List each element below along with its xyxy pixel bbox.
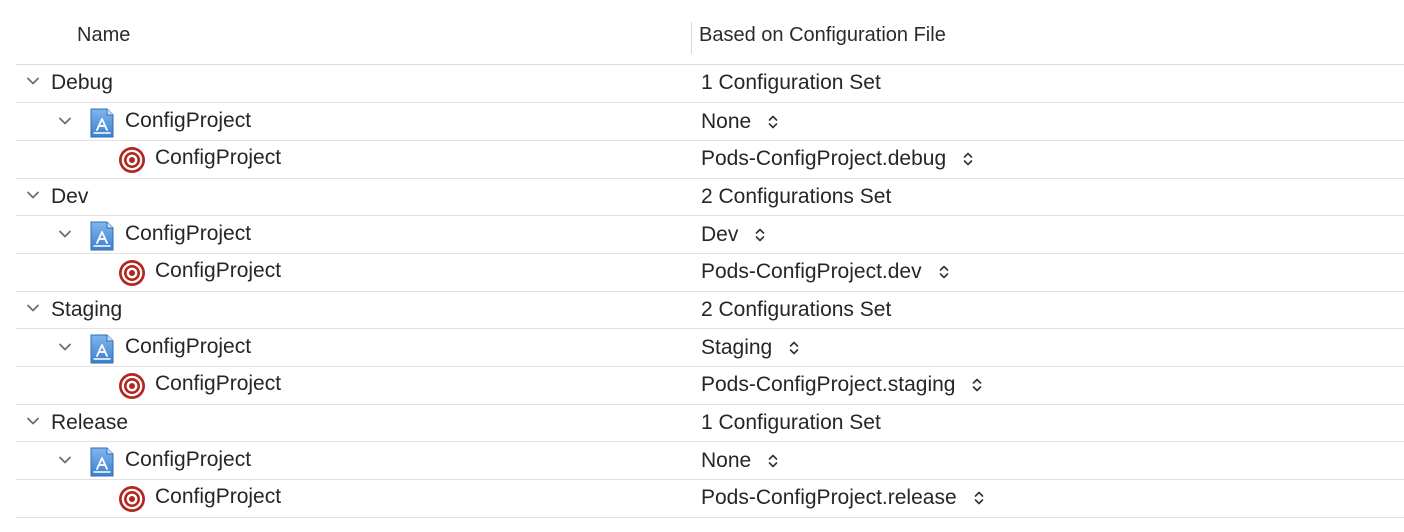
target-row[interactable]: ConfigProject Pods-ConfigProject.staging	[16, 367, 1404, 405]
configuration-summary: 1 Configuration Set	[701, 71, 881, 94]
up-down-stepper-icon[interactable]	[971, 376, 983, 394]
config-file-popup[interactable]: None	[701, 449, 779, 473]
column-header-config-file[interactable]: Based on Configuration File	[699, 24, 946, 47]
xcode-project-icon	[89, 221, 115, 251]
xcode-project-icon	[89, 108, 115, 138]
target-name: ConfigProject	[155, 259, 282, 282]
config-file-popup[interactable]: Pods-ConfigProject.release	[701, 486, 985, 510]
up-down-stepper-icon[interactable]	[767, 452, 779, 470]
config-file-popup[interactable]: Pods-ConfigProject.staging	[701, 373, 983, 397]
config-file-popup[interactable]: None	[701, 110, 779, 134]
project-name: ConfigProject	[125, 109, 252, 132]
chevron-down-icon[interactable]	[58, 227, 72, 241]
configuration-summary: 2 Configurations Set	[701, 185, 892, 208]
config-file-value: Pods-ConfigProject.debug	[701, 147, 947, 170]
config-file-value: None	[701, 449, 752, 472]
target-icon	[118, 485, 146, 513]
column-header-name[interactable]: Name	[77, 24, 130, 47]
chevron-down-icon[interactable]	[58, 114, 72, 128]
up-down-stepper-icon[interactable]	[754, 226, 766, 244]
configuration-name[interactable]: Staging	[51, 298, 122, 322]
target-row[interactable]: ConfigProject Pods-ConfigProject.dev	[16, 254, 1404, 292]
target-icon	[118, 146, 146, 174]
chevron-down-icon[interactable]	[26, 74, 40, 88]
config-file-popup[interactable]: Pods-ConfigProject.dev	[701, 260, 950, 284]
column-divider[interactable]	[691, 22, 692, 54]
project-row[interactable]: ConfigProject Staging	[16, 329, 1404, 367]
config-file-popup[interactable]: Dev	[701, 223, 766, 247]
table-header: Name Based on Configuration File	[16, 18, 1404, 65]
project-name: ConfigProject	[125, 448, 252, 471]
up-down-stepper-icon[interactable]	[788, 339, 800, 357]
target-row[interactable]: ConfigProject Pods-ConfigProject.debug	[16, 141, 1404, 179]
xcode-project-icon	[89, 447, 115, 477]
up-down-stepper-icon[interactable]	[938, 263, 950, 281]
xcode-project-icon	[89, 334, 115, 364]
config-file-value: Pods-ConfigProject.dev	[701, 260, 922, 283]
project-row[interactable]: ConfigProject None	[16, 442, 1404, 480]
configuration-name[interactable]: Dev	[51, 185, 88, 209]
configuration-summary: 1 Configuration Set	[701, 411, 881, 434]
target-row[interactable]: ConfigProject Pods-ConfigProject.release	[16, 480, 1404, 518]
up-down-stepper-icon[interactable]	[767, 113, 779, 131]
project-name: ConfigProject	[125, 222, 252, 245]
configuration-name[interactable]: Debug	[51, 71, 113, 95]
configuration-row-dev[interactable]: Dev 2 Configurations Set	[16, 179, 1404, 216]
project-name: ConfigProject	[125, 335, 252, 358]
target-name: ConfigProject	[155, 146, 282, 169]
target-name: ConfigProject	[155, 372, 282, 395]
chevron-down-icon[interactable]	[26, 188, 40, 202]
up-down-stepper-icon[interactable]	[962, 150, 974, 168]
chevron-down-icon[interactable]	[58, 340, 72, 354]
target-icon	[118, 259, 146, 287]
configuration-name[interactable]: Release	[51, 411, 128, 435]
config-file-value: None	[701, 110, 752, 133]
configuration-row-staging[interactable]: Staging 2 Configurations Set	[16, 292, 1404, 329]
chevron-down-icon[interactable]	[26, 301, 40, 315]
config-file-value: Pods-ConfigProject.release	[701, 486, 957, 509]
config-file-value: Dev	[701, 223, 739, 246]
config-file-popup[interactable]: Pods-ConfigProject.debug	[701, 147, 974, 171]
chevron-down-icon[interactable]	[26, 414, 40, 428]
project-row[interactable]: ConfigProject Dev	[16, 216, 1404, 254]
configuration-summary: 2 Configurations Set	[701, 298, 892, 321]
configurations-table: Name Based on Configuration File Debug 1 …	[16, 18, 1404, 518]
project-row[interactable]: ConfigProject None	[16, 103, 1404, 141]
configuration-row-release[interactable]: Release 1 Configuration Set	[16, 405, 1404, 442]
chevron-down-icon[interactable]	[58, 453, 72, 467]
configuration-row-debug[interactable]: Debug 1 Configuration Set	[16, 65, 1404, 103]
config-file-value: Staging	[701, 336, 773, 359]
config-file-value: Pods-ConfigProject.staging	[701, 373, 956, 396]
target-icon	[118, 372, 146, 400]
table-body: Debug 1 Configuration Set ConfigProject Non…	[16, 65, 1404, 518]
up-down-stepper-icon[interactable]	[973, 489, 985, 507]
target-name: ConfigProject	[155, 485, 282, 508]
config-file-popup[interactable]: Staging	[701, 336, 800, 360]
